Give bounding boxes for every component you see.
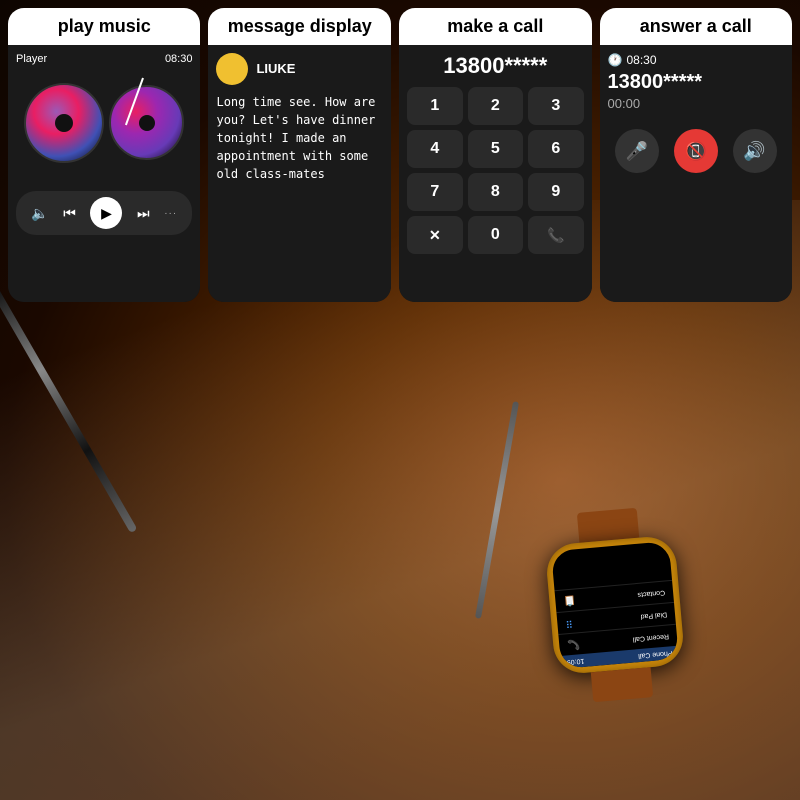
dial-delete[interactable]: ✕ <box>407 216 462 254</box>
panels-row: play music Player 08:30 🔈 ⏮ ▶ ⏭ ··· mess… <box>0 0 800 310</box>
music-player-label: Player <box>16 53 47 65</box>
play-button[interactable]: ▶ <box>90 197 122 229</box>
contacts-label: Contacts <box>637 589 665 598</box>
panel-music: play music Player 08:30 🔈 ⏮ ▶ ⏭ ··· <box>8 8 200 302</box>
recent-call-icon: 📞 <box>567 638 580 650</box>
watch-app-title: Phone Call <box>638 649 673 659</box>
music-panel-content: Player 08:30 🔈 ⏮ ▶ ⏭ ··· <box>8 45 200 302</box>
speaker-button[interactable]: 🔊 <box>733 129 777 173</box>
disc-right <box>109 85 184 160</box>
dial-pad-label: Dial Pad <box>640 611 667 620</box>
watch-time: 10:09 <box>566 657 584 666</box>
dial-8[interactable]: 8 <box>468 173 523 211</box>
dial-9[interactable]: 9 <box>528 173 583 211</box>
music-time: 08:30 <box>165 53 193 65</box>
answer-number: 13800***** <box>608 71 784 94</box>
answer-time-value: 08:30 <box>626 53 656 67</box>
panel-call: make a call 13800***** 1 2 3 4 5 6 7 8 9… <box>399 8 591 302</box>
watch-band-bottom <box>591 667 653 702</box>
next-button[interactable]: ⏭ <box>137 205 150 222</box>
dialpad: 1 2 3 4 5 6 7 8 9 ✕ 0 📞 <box>407 87 583 254</box>
answer-panel-content: 🕐 08:30 13800***** 00:00 🎤 📵 🔊 <box>600 45 792 302</box>
dial-7[interactable]: 7 <box>407 173 462 211</box>
mute-button[interactable]: 🎤 <box>615 129 659 173</box>
end-call-button[interactable]: 📵 <box>674 129 718 173</box>
answer-time-row: 🕐 08:30 <box>608 53 784 67</box>
dial-6[interactable]: 6 <box>528 130 583 168</box>
disc-area <box>16 73 192 183</box>
dial-2[interactable]: 2 <box>468 87 523 125</box>
panel-message: message display LIUKE Long time see. How… <box>208 8 391 302</box>
answer-panel-label: answer a call <box>600 8 792 45</box>
prev-button[interactable]: ⏮ <box>63 205 76 222</box>
disc-left <box>24 83 104 163</box>
dial-3[interactable]: 3 <box>528 87 583 125</box>
dial-call[interactable]: 📞 <box>528 216 583 254</box>
message-panel-label: message display <box>208 8 391 45</box>
more-dots: ··· <box>164 208 177 219</box>
watch-body: Phone Call 10:09 Recent Call 📞 Dial Pad … <box>545 535 686 676</box>
message-header: LIUKE <box>216 53 383 85</box>
dial-5[interactable]: 5 <box>468 130 523 168</box>
smartwatch: Phone Call 10:09 Recent Call 📞 Dial Pad … <box>542 505 688 706</box>
message-panel-content: LIUKE Long time see. How are you? Let's … <box>208 45 391 302</box>
clock-icon: 🕐 <box>608 53 623 67</box>
contact-name: LIUKE <box>256 53 295 85</box>
contact-avatar <box>216 53 248 85</box>
music-controls: 🔈 ⏮ ▶ ⏭ ··· <box>16 191 192 235</box>
dialpad-icon: ⠿ <box>565 617 573 629</box>
message-text: Long time see. How are you? Let's have d… <box>216 93 383 183</box>
volume-button[interactable]: 🔈 <box>31 205 48 222</box>
dial-1[interactable]: 1 <box>407 87 462 125</box>
panel-answer: answer a call 🕐 08:30 13800***** 00:00 🎤… <box>600 8 792 302</box>
answer-duration: 00:00 <box>608 96 784 111</box>
music-header: Player 08:30 <box>16 53 192 65</box>
dial-4[interactable]: 4 <box>407 130 462 168</box>
watch-screen: Phone Call 10:09 Recent Call 📞 Dial Pad … <box>551 541 679 669</box>
music-panel-label: play music <box>8 8 200 45</box>
dial-0[interactable]: 0 <box>468 216 523 254</box>
contacts-icon: 📋 <box>563 594 576 606</box>
recent-call-label: Recent Call <box>633 632 670 642</box>
call-panel-content: 13800***** 1 2 3 4 5 6 7 8 9 ✕ 0 📞 <box>399 45 591 302</box>
answer-controls: 🎤 📵 🔊 <box>608 129 784 173</box>
call-number: 13800***** <box>407 53 583 79</box>
call-panel-label: make a call <box>399 8 591 45</box>
